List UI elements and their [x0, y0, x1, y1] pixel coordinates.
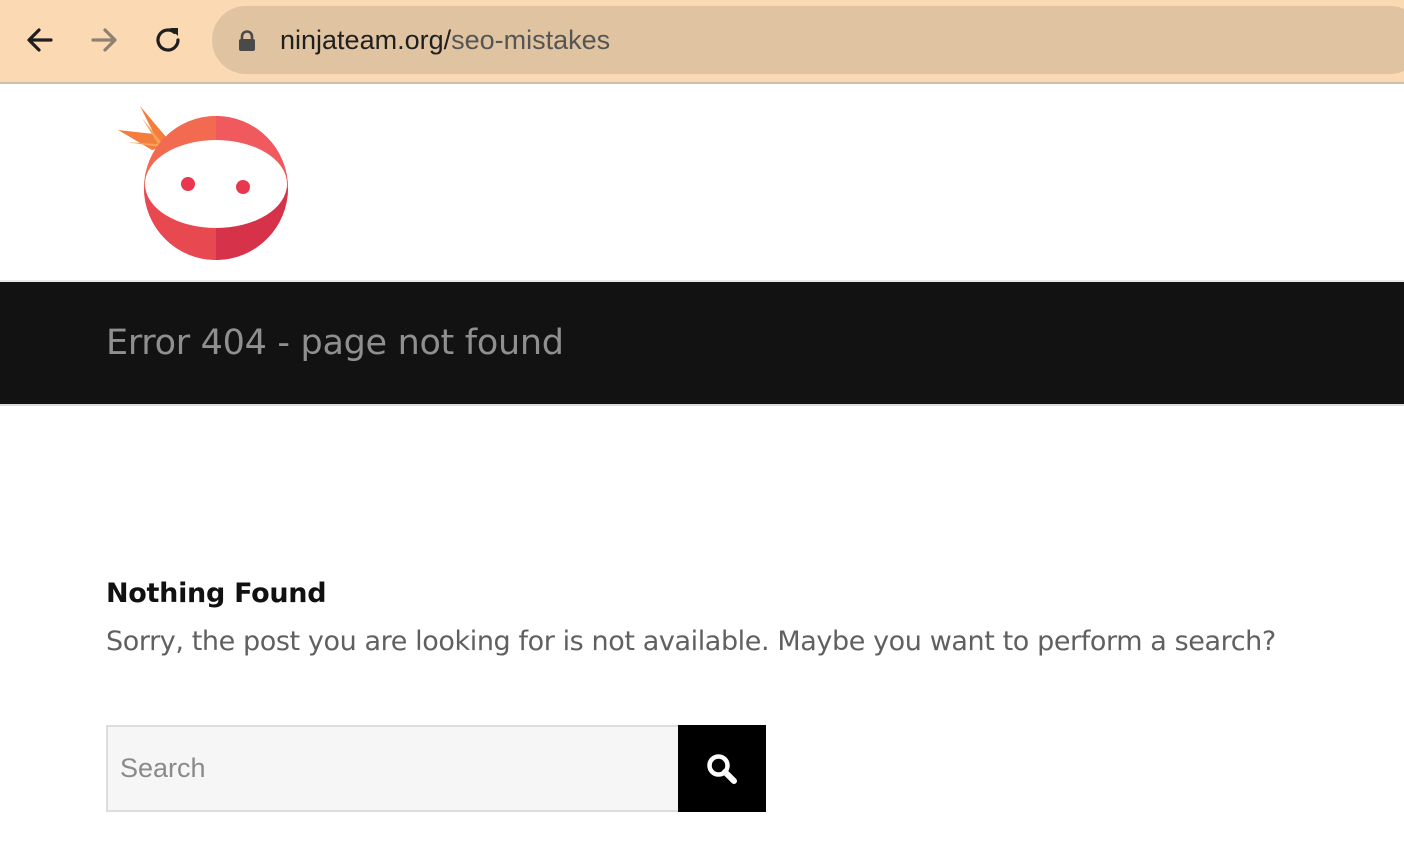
search-input[interactable] [106, 725, 678, 812]
page-title: Error 404 - page not found [106, 323, 564, 363]
back-button[interactable] [18, 18, 62, 62]
reload-icon [156, 28, 180, 52]
page-title-bar: Error 404 - page not found [0, 282, 1404, 406]
forward-arrow-icon [91, 28, 117, 52]
lock-icon [239, 30, 255, 51]
url-host: ninjateam.org/ [280, 25, 452, 55]
browser-toolbar: ninjateam.org/seo-mistakes [0, 0, 1404, 84]
ninja-logo[interactable] [112, 104, 296, 264]
search-icon [707, 753, 737, 784]
address-bar[interactable]: ninjateam.org/seo-mistakes [212, 6, 1404, 74]
not-available-message: Sorry, the post you are looking for is n… [106, 626, 1276, 657]
url-text[interactable]: ninjateam.org/seo-mistakes [280, 6, 610, 74]
site-header [0, 84, 1404, 282]
search-button[interactable] [678, 725, 766, 812]
forward-button[interactable] [82, 18, 126, 62]
nothing-found-heading: Nothing Found [106, 578, 327, 609]
reload-button[interactable] [146, 18, 190, 62]
back-arrow-icon [27, 28, 53, 52]
url-path: seo-mistakes [451, 25, 611, 55]
search-form [106, 725, 766, 812]
